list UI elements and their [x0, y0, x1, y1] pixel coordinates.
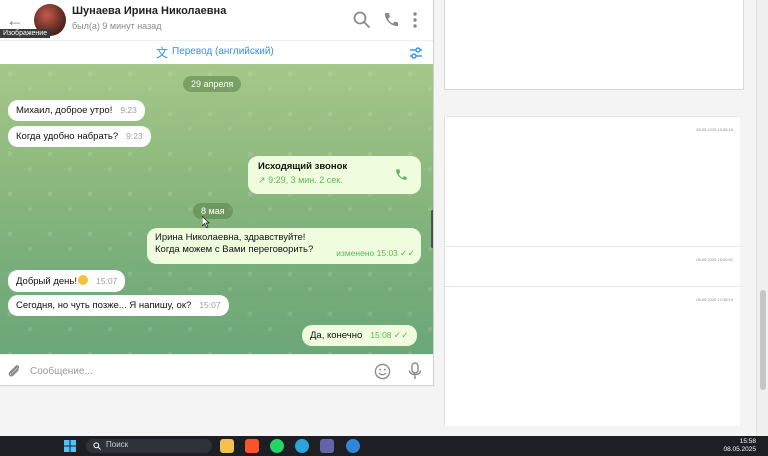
- background-row: 08.05.2025 12:38:19: [445, 286, 741, 426]
- message-time: изменено 15:03: [336, 248, 398, 258]
- translate-icon: 文: [156, 46, 169, 60]
- back-arrow-icon[interactable]: ←: [6, 10, 26, 30]
- message-time: 15:07: [96, 276, 118, 286]
- search-icon: [93, 442, 101, 450]
- incoming-message[interactable]: Михаил, доброе утро! 9:23: [8, 100, 145, 121]
- message-text: Да, конечно: [310, 330, 363, 341]
- more-vertical-icon[interactable]: [405, 10, 425, 30]
- outgoing-call-message[interactable]: Исходящий звонок ↗ 9:29, 3 мин. 2 сек.: [248, 156, 421, 194]
- attach-icon[interactable]: [6, 363, 22, 379]
- message-text: Ирина Николаевна, здравствуйте!: [155, 232, 306, 243]
- message-text: Михаил, доброе утро!: [16, 105, 113, 116]
- contact-status: был(а) 9 минут назад: [72, 21, 162, 31]
- outgoing-message[interactable]: Да, конечно 15:08 ✓✓: [302, 325, 417, 346]
- incoming-message[interactable]: Когда удобно набрать? 9:23: [8, 126, 151, 147]
- edge-browser-icon[interactable]: [346, 439, 360, 453]
- incoming-message[interactable]: Добрый день! 15:07: [8, 270, 126, 292]
- background-row: 08.05.2025 18:00:52: [445, 246, 741, 286]
- message-time: 15:08: [370, 330, 392, 340]
- background-document-sheet: 08.05.2025 15:58:15 08.05.2025 18:00:52 …: [444, 116, 741, 426]
- message-text: Добрый день!: [16, 276, 77, 287]
- read-check-icon: ✓✓: [393, 330, 409, 340]
- composer: [0, 354, 433, 385]
- translate-bar[interactable]: 文 Перевод (английский): [0, 40, 433, 64]
- emoji-icon[interactable]: [374, 363, 391, 380]
- contact-name[interactable]: Шунаева Ирина Николаевна: [72, 5, 226, 17]
- message-scrollbar[interactable]: [431, 210, 433, 248]
- telegram-icon[interactable]: [295, 439, 309, 453]
- mouse-cursor-icon: [202, 216, 210, 228]
- teams-icon[interactable]: [320, 439, 334, 453]
- clock-time: 15:58: [739, 438, 756, 445]
- avatar-tooltip: Изображение: [0, 29, 51, 38]
- background-row-date: 08.05.2025 18:00:52: [696, 257, 733, 262]
- taskbar: Поиск 15:58 08.05.2025: [0, 436, 768, 456]
- call-details-row: ↗ 9:29, 3 мин. 2 сек.: [258, 175, 411, 186]
- chat-header: ← Изображение Шунаева Ирина Николаевна б…: [0, 0, 433, 40]
- outgoing-arrow-icon: ↗: [258, 175, 266, 185]
- message-time: 15:07: [199, 300, 221, 310]
- taskbar-search-label: Поиск: [106, 440, 129, 449]
- translate-label[interactable]: Перевод (английский): [172, 46, 274, 57]
- windows-start-icon[interactable]: [64, 440, 76, 452]
- chat-window: ← Изображение Шунаева Ирина Николаевна б…: [0, 0, 434, 386]
- call-details: 9:29, 3 мин. 2 сек.: [268, 175, 343, 185]
- taskbar-search[interactable]: Поиск: [86, 439, 212, 453]
- background-scrollbar-thumb[interactable]: [760, 290, 766, 390]
- background-row-date: 08.05.2025 15:58:15: [696, 127, 733, 132]
- background-top-panel: [444, 0, 744, 90]
- smile-emoji-icon: [78, 275, 88, 285]
- translate-settings-icon[interactable]: [408, 45, 424, 61]
- message-time: 9:23: [120, 105, 137, 115]
- message-text: Сегодня, но чуть позже... Я напишу, ок?: [16, 300, 192, 311]
- message-text: Когда удобно набрать?: [16, 131, 119, 142]
- date-separator: 8 мая: [193, 203, 233, 219]
- call-back-icon[interactable]: [393, 167, 409, 183]
- date-separator: 29 апреля: [183, 76, 242, 92]
- brave-browser-icon[interactable]: [245, 439, 259, 453]
- outgoing-message[interactable]: Ирина Николаевна, здравствуйте! Когда мо…: [147, 228, 421, 264]
- file-explorer-icon[interactable]: [220, 439, 234, 453]
- call-title: Исходящий звонок: [258, 161, 348, 172]
- clock-date: 08.05.2025: [723, 446, 756, 453]
- search-icon[interactable]: [352, 10, 372, 30]
- background-row-date: 08.05.2025 12:38:19: [696, 297, 733, 302]
- phone-icon[interactable]: [381, 10, 401, 30]
- message-meta: изменено 15:03 ✓✓: [328, 247, 415, 260]
- background-row: 08.05.2025 15:58:15: [445, 116, 741, 246]
- microphone-icon[interactable]: [407, 362, 423, 380]
- message-input[interactable]: [30, 361, 350, 381]
- background-scrollbar[interactable]: [756, 0, 768, 436]
- taskbar-clock[interactable]: 15:58 08.05.2025: [723, 438, 756, 454]
- read-check-icon: ✓✓: [399, 248, 415, 258]
- whatsapp-icon[interactable]: [270, 439, 284, 453]
- message-time: 9:23: [126, 131, 143, 141]
- message-list[interactable]: 29 апреля Михаил, доброе утро! 9:23 Когда…: [0, 64, 433, 354]
- incoming-message[interactable]: Сегодня, но чуть позже... Я напишу, ок? 1…: [8, 295, 229, 316]
